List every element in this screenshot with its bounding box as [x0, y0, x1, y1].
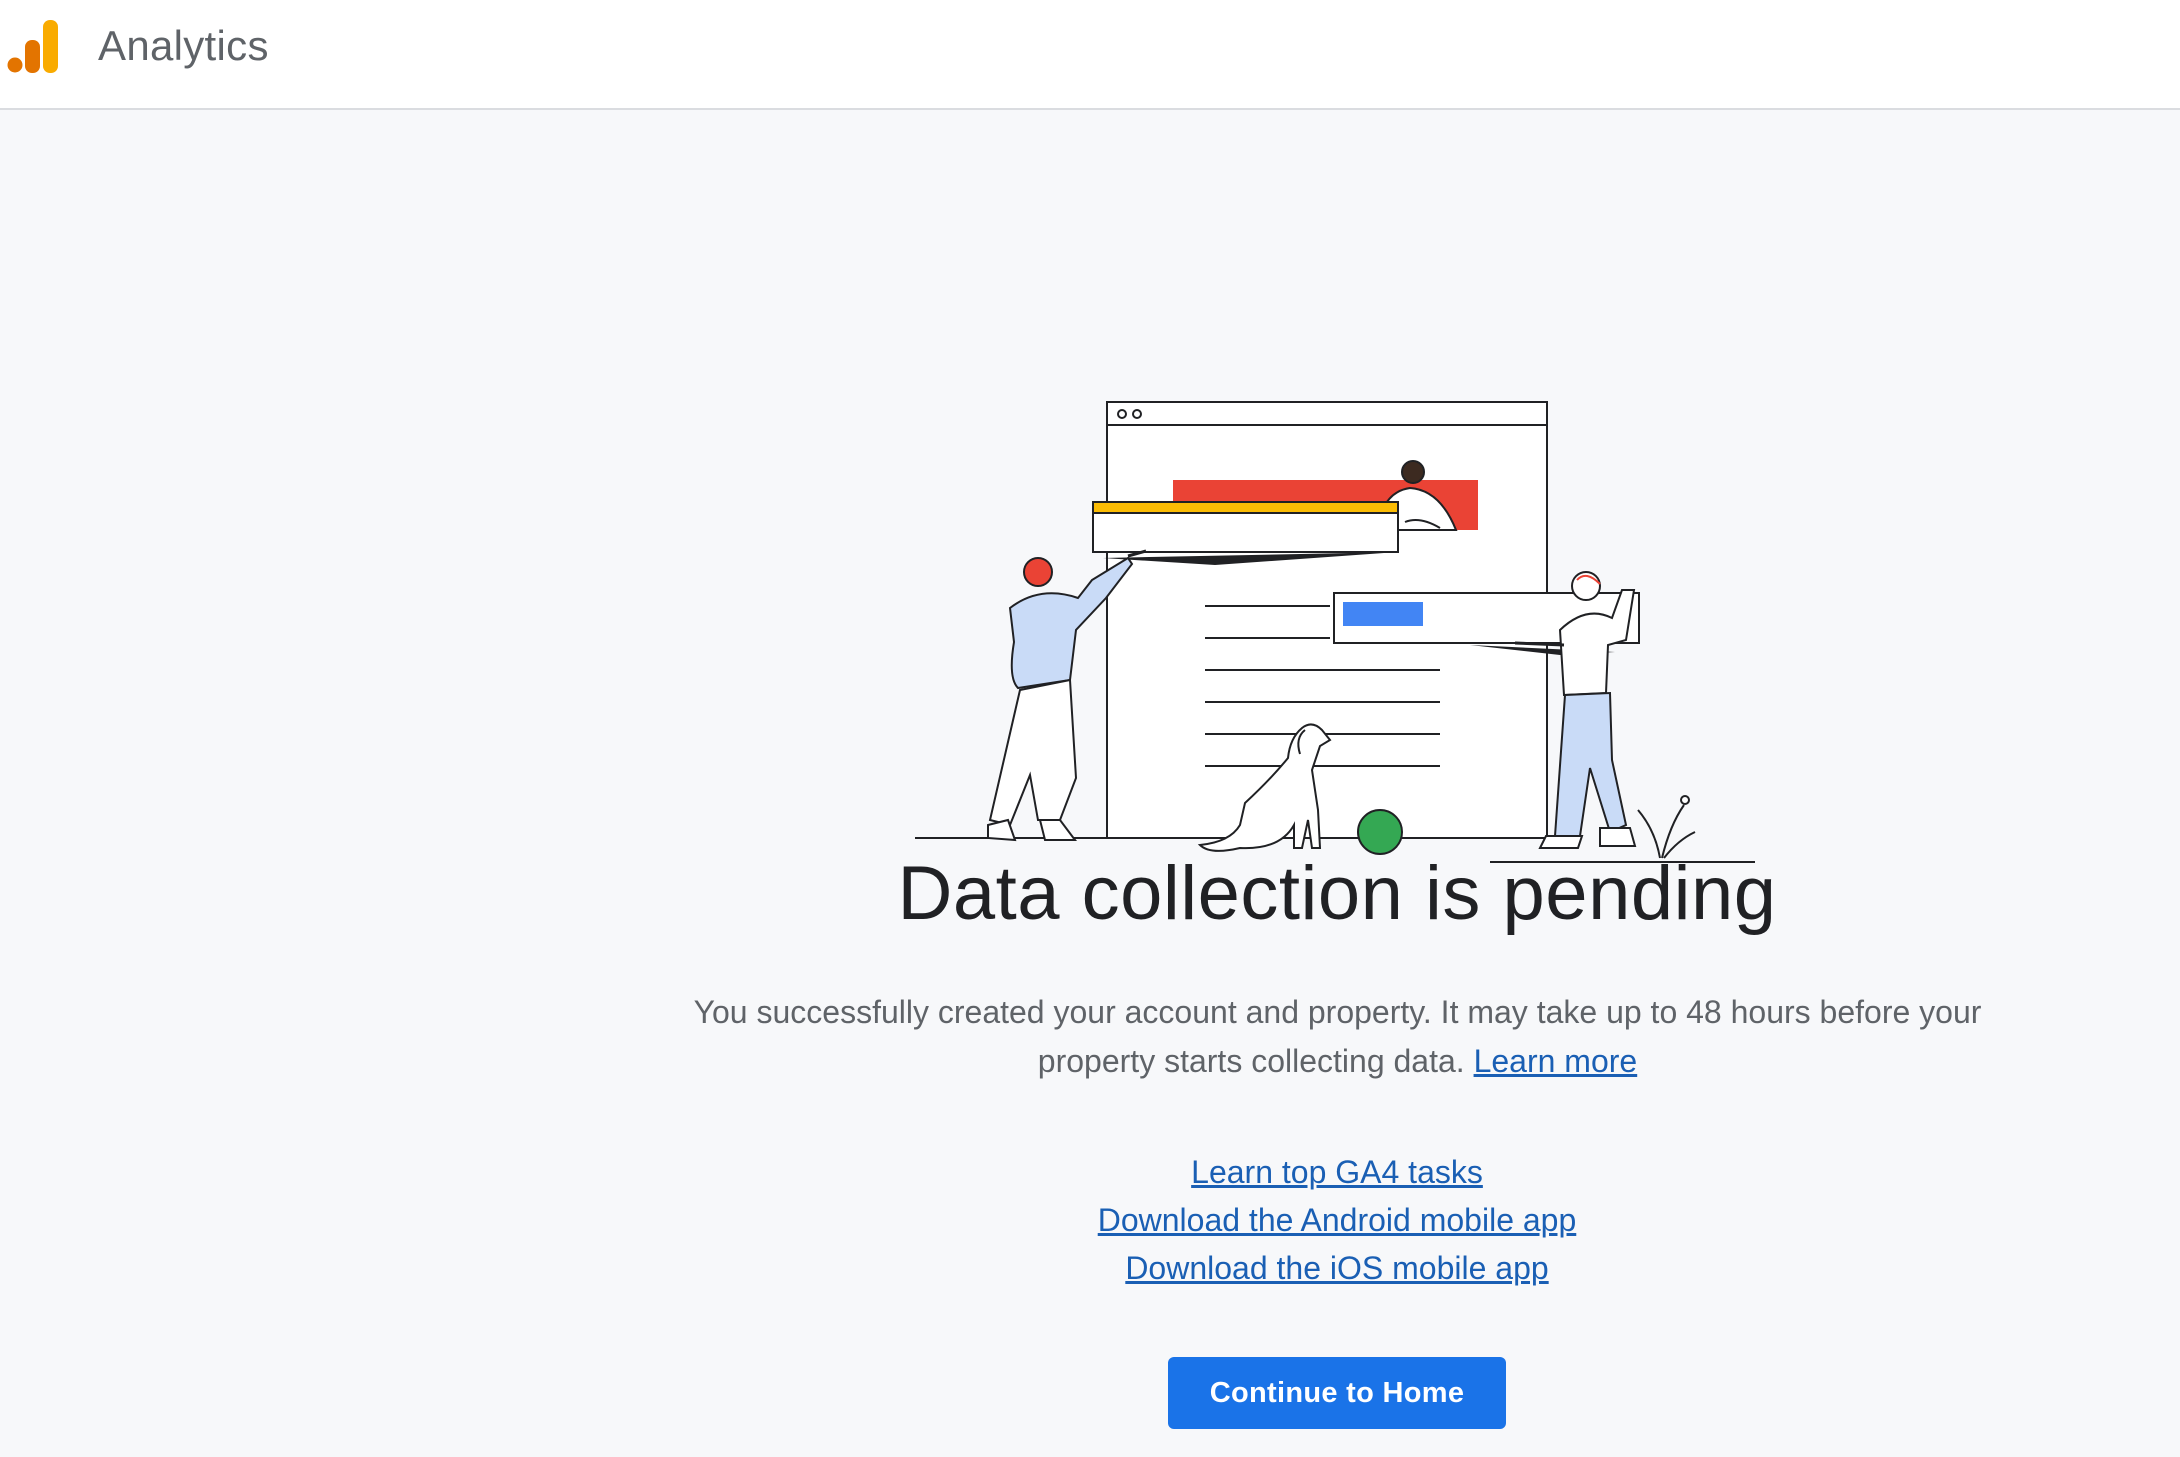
description-text: You successfully created your account an… [640, 988, 2035, 1086]
pending-data-illustration [915, 401, 1755, 863]
helpful-links: Learn top GA4 tasks Download the Android… [0, 1148, 2180, 1292]
main-content: Data collection is pending You successfu… [0, 110, 2180, 1457]
description-body: You successfully created your account an… [693, 994, 1982, 1079]
download-android-app-link[interactable]: Download the Android mobile app [1098, 1196, 1577, 1244]
continue-to-home-button[interactable]: Continue to Home [1168, 1357, 1506, 1429]
top-app-bar: Analytics [0, 0, 2180, 110]
download-ios-app-link[interactable]: Download the iOS mobile app [1125, 1244, 1548, 1292]
app-name: Analytics [98, 22, 269, 69]
page-title: Data collection is pending [897, 851, 1777, 936]
analytics-logo-icon[interactable] [6, 18, 62, 76]
learn-more-link[interactable]: Learn more [1474, 1043, 1638, 1079]
learn-ga4-tasks-link[interactable]: Learn top GA4 tasks [1191, 1148, 1483, 1196]
